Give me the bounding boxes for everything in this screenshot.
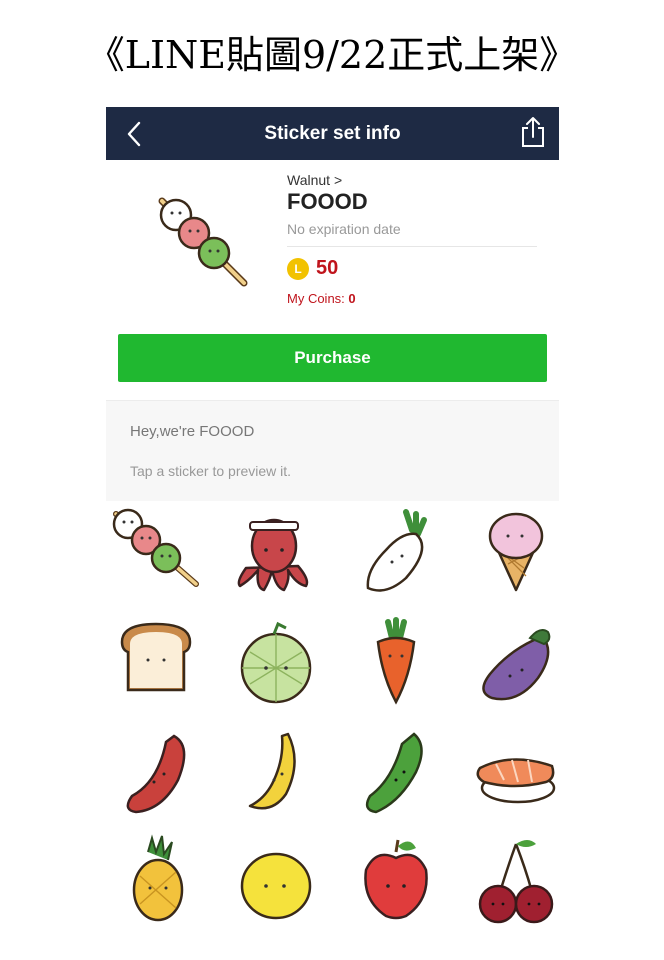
sticker-dango[interactable]	[96, 500, 216, 610]
sticker-info-screen: Sticker set info Walnut > FOOOD No expir…	[106, 107, 559, 501]
sticker-set-thumbnail	[158, 197, 248, 287]
sticker-melon[interactable]	[216, 612, 336, 722]
sticker-bread[interactable]	[96, 612, 216, 722]
my-coins-label: My Coins:	[287, 291, 345, 306]
sticker-pineapple[interactable]	[96, 830, 216, 940]
my-coins-value: 0	[348, 291, 356, 306]
sticker-cucumber[interactable]	[336, 722, 456, 832]
purchase-button[interactable]: Purchase	[118, 334, 547, 382]
sticker-cherries[interactable]	[456, 830, 576, 940]
sticker-eggplant[interactable]	[456, 612, 576, 722]
author-link[interactable]: Walnut >	[287, 172, 342, 188]
my-coins: My Coins: 0	[287, 291, 356, 306]
sticker-apple[interactable]	[336, 830, 456, 940]
nav-title: Sticker set info	[264, 123, 401, 144]
sticker-carrot[interactable]	[336, 612, 456, 722]
sticker-lemon[interactable]	[216, 830, 336, 940]
sticker-set-name: FOOOD	[287, 189, 368, 214]
price: 50	[316, 257, 339, 279]
sticker-banana[interactable]	[216, 722, 336, 832]
divider	[287, 246, 537, 247]
sticker-grid	[96, 500, 576, 940]
description-text: Hey,we're FOOOD	[130, 423, 255, 440]
expiry-text: No expiration date	[287, 221, 401, 237]
share-icon[interactable]	[519, 115, 547, 149]
preview-hint: Tap a sticker to preview it.	[130, 463, 292, 479]
sticker-daikon[interactable]	[336, 500, 456, 610]
sticker-ice-cream[interactable]	[456, 500, 576, 610]
sticker-octopus[interactable]	[216, 500, 336, 610]
line-coin-icon: L	[287, 258, 309, 280]
sticker-sausage[interactable]	[96, 722, 216, 832]
sticker-sushi[interactable]	[456, 722, 576, 832]
page-title: 《LINE貼圖9/22正式上架》	[86, 33, 578, 77]
description-panel: Hey,we're FOOOD Tap a sticker to preview…	[106, 400, 559, 501]
navbar: Sticker set info	[106, 107, 559, 160]
